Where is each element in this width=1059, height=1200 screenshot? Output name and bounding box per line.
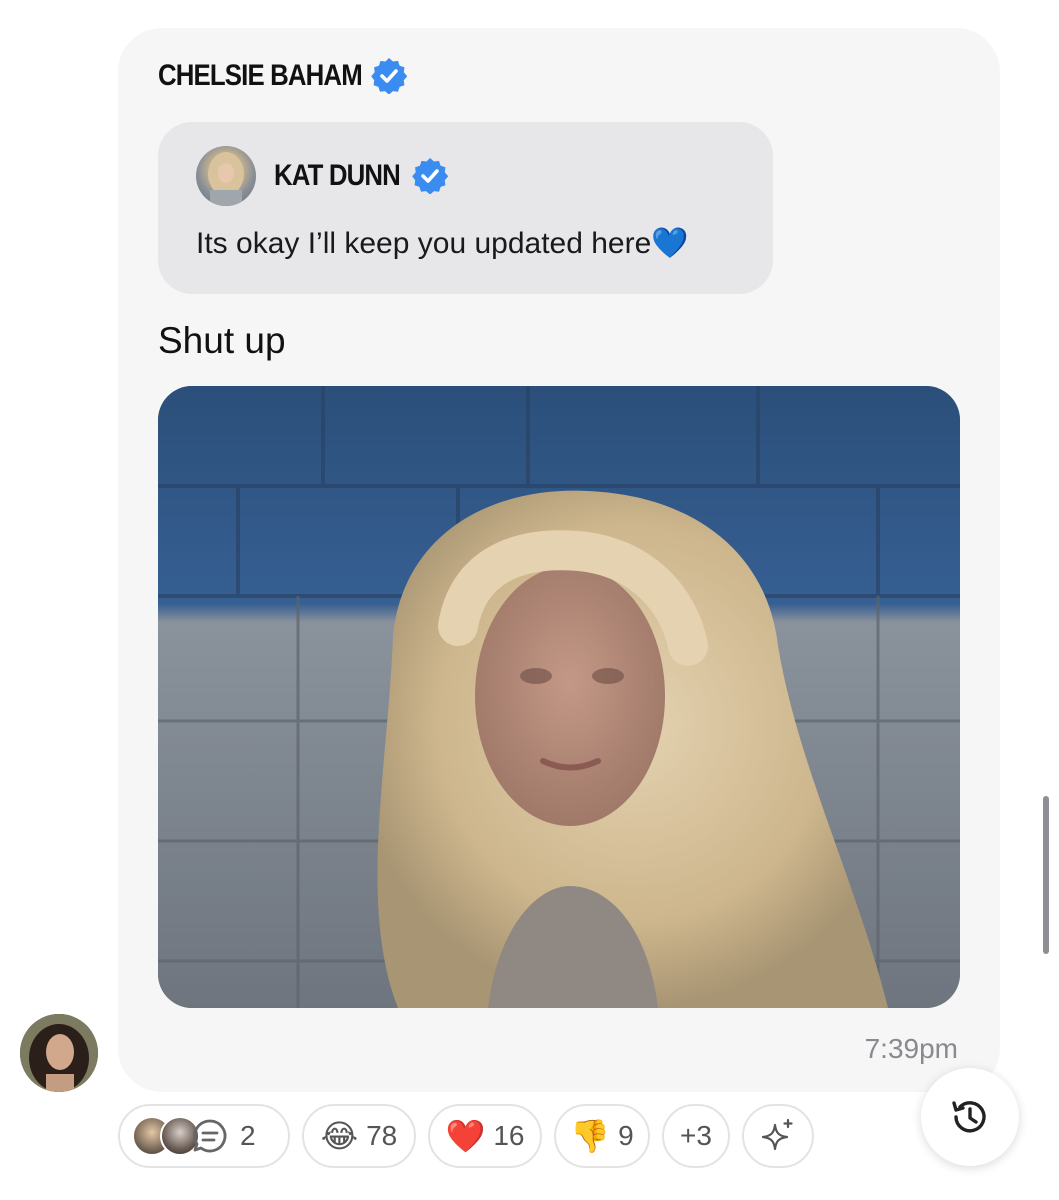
quoted-text: Its okay I’ll keep you updated here💙: [196, 226, 689, 261]
scrollbar[interactable]: [1043, 796, 1049, 954]
replies-count: 2: [240, 1120, 256, 1151]
more-reactions-button[interactable]: +3: [662, 1104, 730, 1168]
reaction-count: 9: [618, 1120, 634, 1151]
sender-name[interactable]: CHELSIE BAHAM: [158, 59, 363, 93]
thumbs-down-emoji-icon: 👎: [570, 1118, 611, 1154]
photo-illustration: [158, 386, 960, 1008]
author-avatar[interactable]: [20, 1014, 98, 1092]
reactions-bar: 2 😂 78 ❤️ 16 👎 9 +3: [118, 1104, 814, 1168]
verified-badge-icon: [412, 158, 449, 194]
history-button[interactable]: [921, 1068, 1019, 1166]
add-reaction-sparkle-icon: [761, 1118, 793, 1151]
reaction-heart[interactable]: ❤️ 16: [428, 1104, 542, 1168]
message-text: Shut up: [158, 320, 286, 361]
history-icon: [952, 1101, 986, 1133]
laughing-emoji-icon: 😂: [320, 1118, 359, 1154]
quoted-author-avatar[interactable]: [196, 146, 256, 206]
reaction-thumbs-down[interactable]: 👎 9: [554, 1104, 650, 1168]
reaction-count: 16: [493, 1120, 525, 1151]
quoted-header: KAT DUNN: [196, 146, 449, 206]
verified-badge-icon: [371, 58, 408, 94]
message-image[interactable]: [158, 386, 960, 1008]
blue-heart-emoji: 💙: [651, 227, 689, 260]
heart-emoji-icon: ❤️: [445, 1118, 486, 1154]
quoted-author-name[interactable]: KAT DUNN: [274, 159, 401, 193]
message-timestamp: 7:39pm: [864, 1033, 958, 1064]
quoted-message[interactable]: KAT DUNN Its okay I’ll keep you updated …: [158, 122, 773, 294]
chat-page: CHELSIE BAHAM KAT DUNN Its okay I’ll kee…: [0, 0, 1059, 1200]
add-reaction-button[interactable]: [742, 1104, 814, 1168]
sender-row: CHELSIE BAHAM: [158, 58, 408, 94]
reaction-laughing[interactable]: 😂 78: [302, 1104, 416, 1168]
quoted-text-body: Its okay I’ll keep you updated here: [196, 227, 652, 260]
replies-button[interactable]: 2: [118, 1104, 290, 1168]
reaction-count: 78: [366, 1120, 398, 1151]
chat-bubble-icon: [193, 1119, 227, 1153]
message-card[interactable]: CHELSIE BAHAM KAT DUNN Its okay I’ll kee…: [118, 28, 1000, 1092]
